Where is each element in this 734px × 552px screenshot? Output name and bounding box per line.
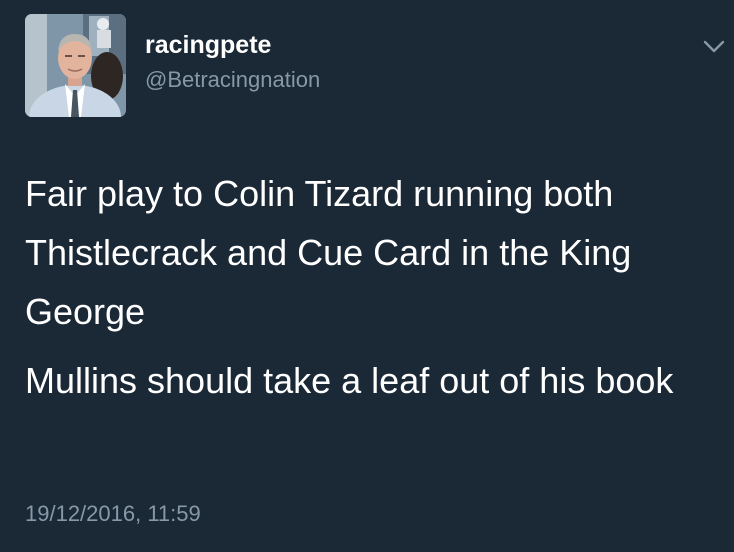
tweet-paragraph: Mullins should take a leaf out of his bo… [25, 360, 674, 401]
tweet-timestamp[interactable]: 19/12/2016, 11:59 [25, 500, 201, 528]
tweet-paragraph: Fair play to Colin Tizard running both T… [25, 173, 632, 332]
display-name[interactable]: racingpete [145, 30, 271, 60]
tweet-card: racingpete @Betracingnation Fair play to… [0, 0, 734, 552]
avatar[interactable] [25, 14, 126, 117]
chevron-down-icon[interactable] [703, 39, 725, 55]
tweet-text: Fair play to Colin Tizard running both T… [25, 164, 715, 410]
user-handle[interactable]: @Betracingnation [145, 66, 320, 94]
avatar-image [25, 14, 126, 117]
